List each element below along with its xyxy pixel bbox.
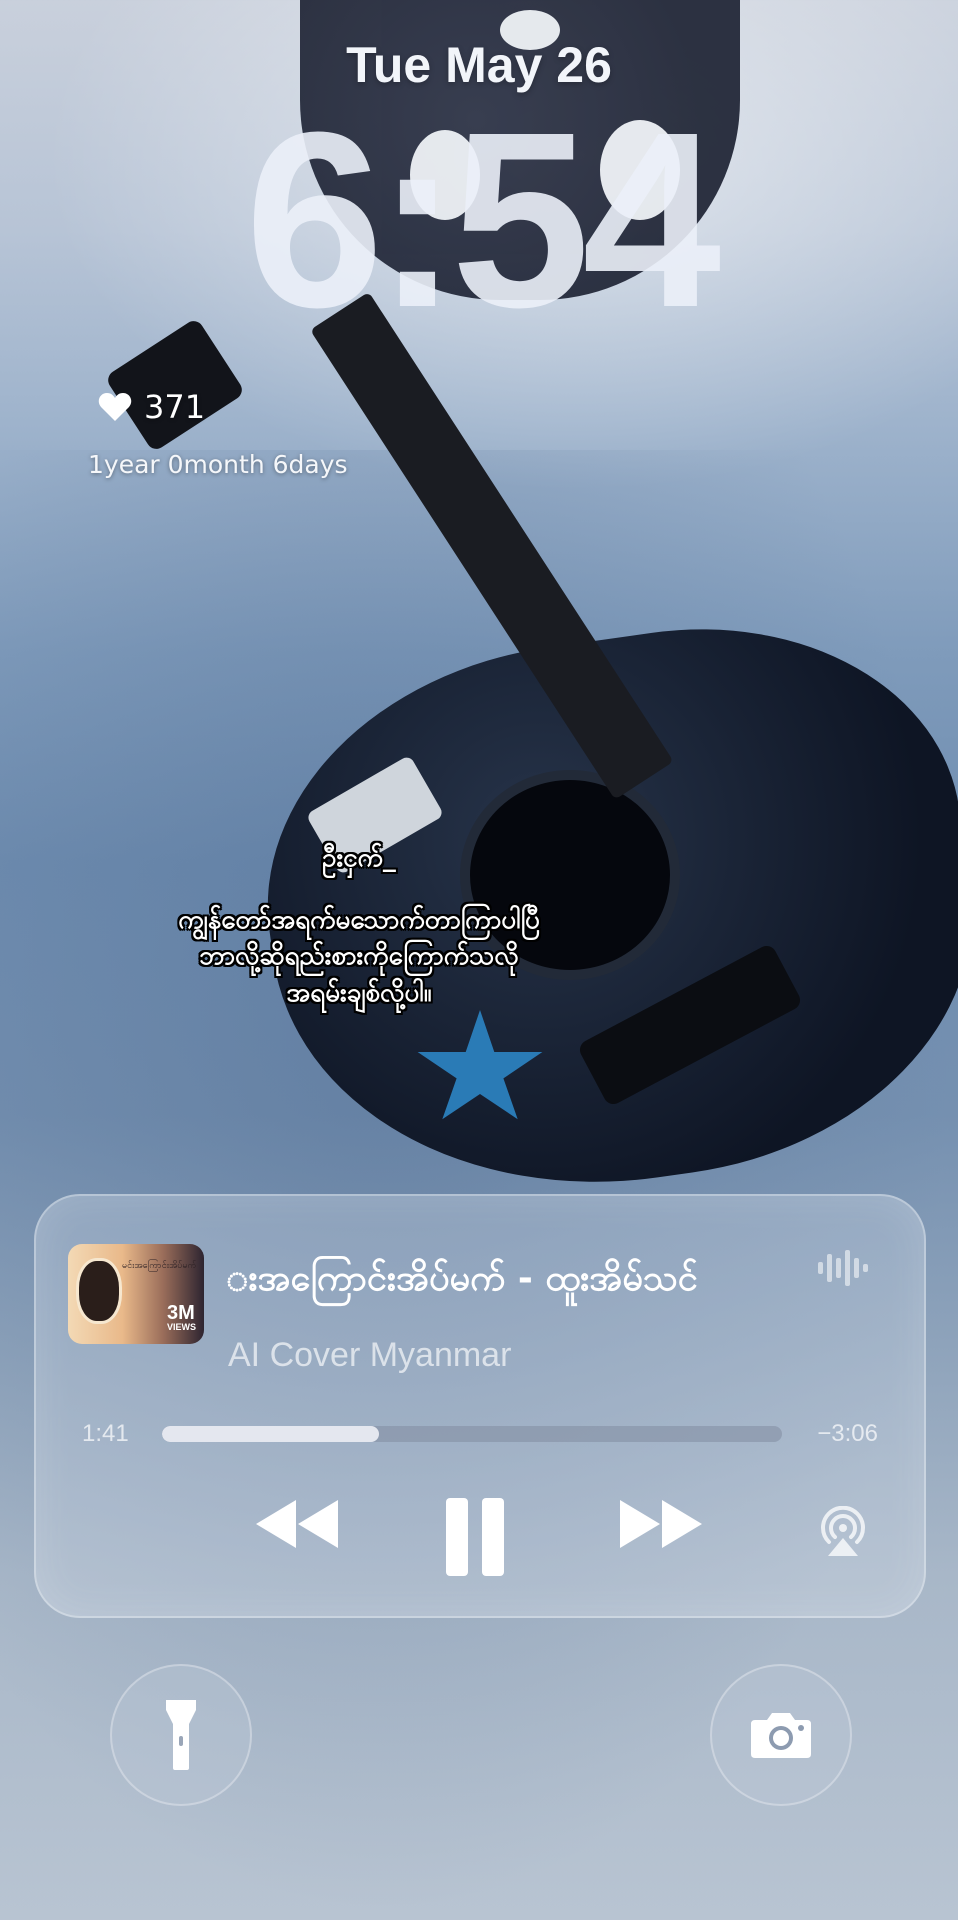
lyric-line: ကျွန်တော်အရက်မသောက်တာကြာပါပြီ: [178, 905, 540, 935]
flashlight-button[interactable]: [110, 1664, 252, 1806]
artwork-portrait: [76, 1258, 122, 1324]
fast-forward-button[interactable]: [616, 1496, 706, 1552]
album-artwork[interactable]: မင်းအကြောင်းအိပ်မက် 3M VIEWS: [68, 1244, 204, 1344]
relationship-duration: 1year 0month 6days: [88, 450, 348, 479]
track-artist: AI Cover Myanmar: [228, 1336, 512, 1374]
track-title[interactable]: းအကြောင်းအိပ်မက် - ထူးအိမ်သင်: [226, 1254, 846, 1308]
lock-time: 6:54: [244, 80, 721, 359]
pause-icon: [446, 1498, 504, 1576]
lyric-title: ဦးငှက်_: [322, 843, 396, 873]
pause-button[interactable]: [444, 1496, 506, 1578]
airplay-icon: [821, 1506, 865, 1556]
lyric-line: ဘာလို့ဆိုရည်းစားကိုကြောက်သလို: [199, 941, 519, 971]
camera-button[interactable]: [710, 1664, 852, 1806]
artwork-views-badge: 3M VIEWS: [166, 1302, 196, 1332]
scrubber-progress: [162, 1426, 379, 1442]
artwork-caption: မင်းအကြောင်းအိပ်မက်: [122, 1261, 197, 1271]
waveform-icon: [818, 1248, 868, 1292]
playback-scrubber[interactable]: [162, 1426, 782, 1442]
likes-count: 371: [144, 388, 206, 426]
airplay-button[interactable]: [816, 1506, 870, 1558]
elapsed-time: 1:41: [82, 1420, 129, 1447]
now-playing-widget[interactable]: မင်းအကြောင်းအိပ်မက် 3M VIEWS းအကြောင်းအိ…: [34, 1194, 926, 1618]
likes-widget[interactable]: 371: [98, 388, 205, 426]
lyric-line: အရမ်းချစ်လို့ပါ။: [286, 978, 432, 1008]
fast-forward-icon: [620, 1500, 702, 1548]
rewind-icon: [256, 1500, 338, 1548]
remaining-time: −3:06: [817, 1420, 878, 1447]
flashlight-icon: [166, 1700, 196, 1770]
heart-icon: [98, 392, 132, 422]
rewind-button[interactable]: [252, 1496, 342, 1552]
camera-icon: [751, 1713, 811, 1758]
